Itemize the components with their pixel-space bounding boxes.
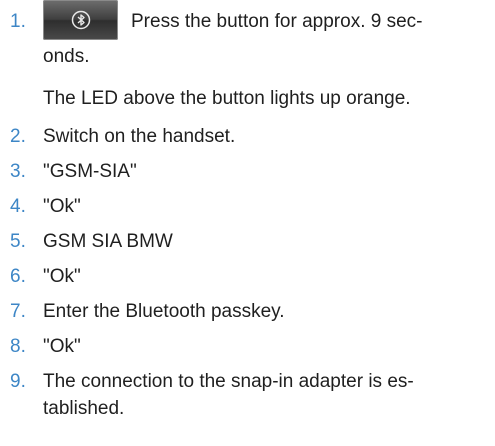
step-text-line: GSM SIA BMW — [43, 231, 173, 252]
step-number: 4. — [10, 196, 26, 217]
step-text-line: Press the button for approx. 9 sec- — [131, 11, 423, 32]
step-text-line: onds. — [43, 46, 90, 67]
step-text-line: tablished. — [43, 398, 125, 419]
step-number: 5. — [10, 231, 26, 252]
step-number: 2. — [10, 126, 26, 147]
step-text-line: The connection to the snap-in adapter is… — [43, 371, 414, 392]
bluetooth-icon — [71, 10, 91, 30]
step-number: 3. — [10, 161, 26, 182]
step-text-line: "GSM-SIA" — [43, 161, 137, 182]
bluetooth-button — [43, 0, 118, 40]
step-text-line: "Ok" — [43, 336, 81, 357]
step-text-line: "Ok" — [43, 196, 81, 217]
step-text-line: Enter the Bluetooth passkey. — [43, 301, 285, 322]
step-note: The LED above the button lights up orang… — [43, 88, 411, 109]
step-text-line: Switch on the handset. — [43, 126, 236, 147]
step-number: 7. — [10, 301, 26, 322]
step-text-line: "Ok" — [43, 266, 81, 287]
step-number: 1. — [10, 11, 26, 32]
step-number: 9. — [10, 371, 26, 392]
step-number: 8. — [10, 336, 26, 357]
step-number: 6. — [10, 266, 26, 287]
